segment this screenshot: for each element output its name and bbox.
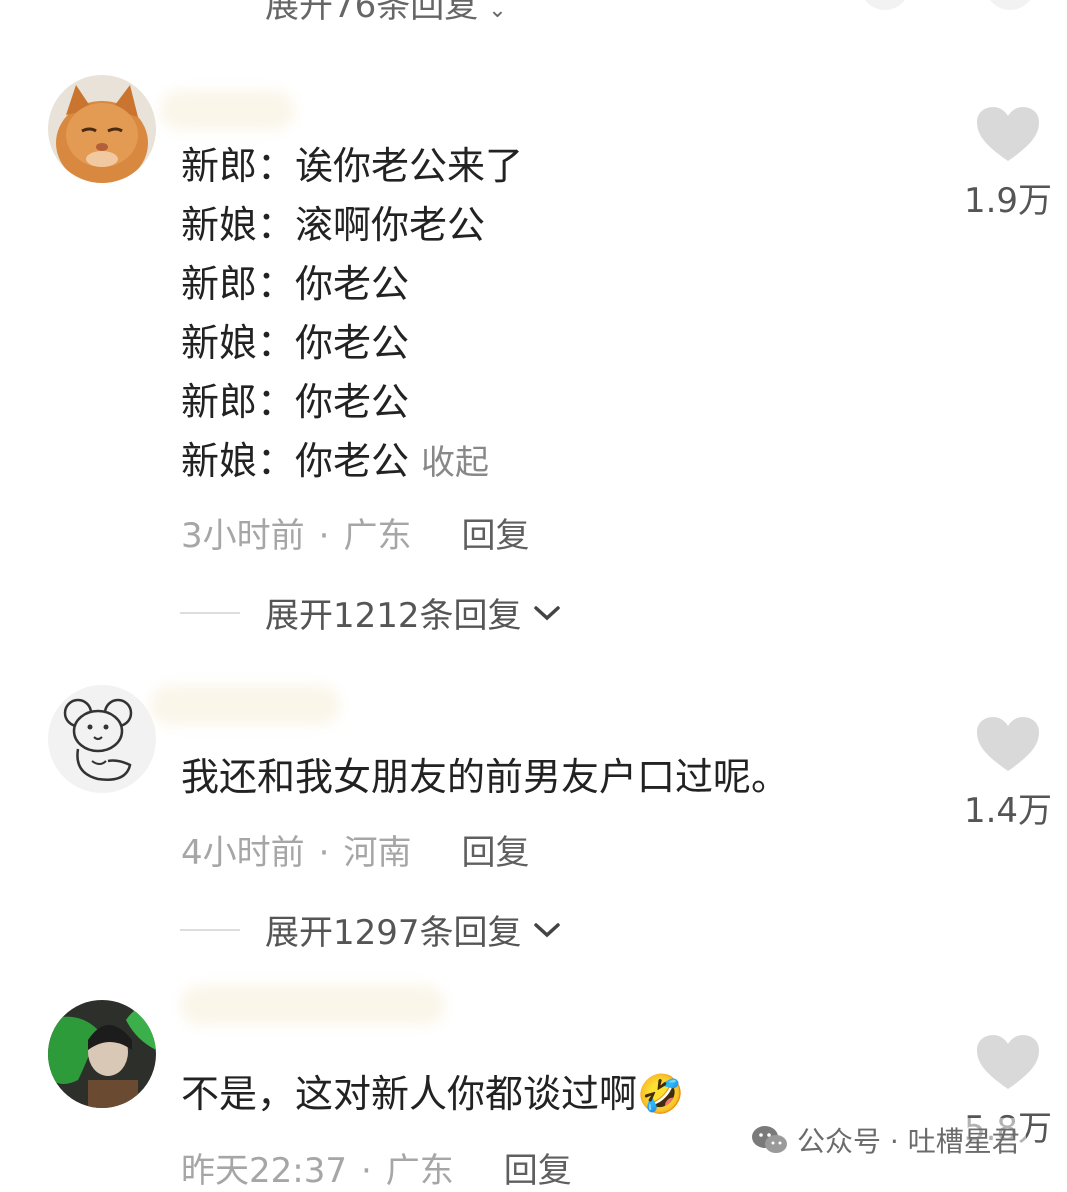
expand-replies-label: 展开1297条回复 — [265, 913, 522, 953]
comment-line: 新娘：滚啊你老公 — [181, 203, 486, 247]
expand-replies[interactable]: 展开1297条回复 — [180, 905, 562, 954]
watermark: 公众号 · 吐槽星君 — [745, 1118, 1026, 1162]
chevron-down-icon — [533, 922, 560, 937]
comment-body: 新郎：诶你老公来了 新娘：滚啊你老公 新郎：你老公 新娘：你老公 新郎：你老公 … — [181, 137, 523, 493]
comment-line: 新娘：你老公 — [181, 321, 410, 365]
divider — [180, 928, 240, 931]
username-blurred[interactable] — [180, 985, 445, 1025]
collapse-link[interactable]: 收起 — [421, 443, 489, 483]
comment-body: 我还和我女朋友的前男友户口过呢。 — [181, 748, 789, 807]
divider — [180, 611, 240, 614]
comment-line: 新娘：你老公 — [181, 439, 410, 483]
comment-line: 我还和我女朋友的前男友户口过呢。 — [181, 755, 790, 799]
cat-avatar-icon — [48, 75, 156, 183]
laughing-emoji-icon: 🤣 — [637, 1072, 685, 1116]
wechat-icon — [752, 1126, 787, 1153]
comment-body: 不是，这对新人你都谈过啊🤣 — [181, 1065, 684, 1124]
reply-button[interactable]: 回复 — [504, 1151, 572, 1191]
location: 广东 — [385, 1151, 454, 1191]
mouse-drawing-avatar-icon — [48, 685, 156, 793]
previous-expand-replies[interactable]: 展开76条回复 ⌄ — [265, 0, 507, 27]
heart-icon — [977, 107, 1039, 161]
like-button[interactable]: 1.9万 — [963, 105, 1053, 222]
comment-line: 不是，这对新人你都谈过啊 — [181, 1072, 638, 1116]
avatar[interactable] — [48, 75, 156, 183]
reply-button[interactable]: 回复 — [461, 516, 529, 556]
avatar[interactable] — [48, 1000, 156, 1108]
username-blurred[interactable] — [150, 685, 340, 725]
photo-avatar-icon — [48, 1000, 156, 1108]
top-icon-fragment — [860, 0, 910, 10]
like-count: 1.4万 — [963, 791, 1053, 831]
timestamp: 昨天22:37 — [181, 1151, 347, 1191]
timestamp: 4小时前 — [181, 833, 305, 873]
reply-button[interactable]: 回复 — [461, 833, 529, 873]
avatar[interactable] — [48, 685, 156, 793]
comment-meta: 3小时前 · 广东 回复 — [181, 516, 530, 556]
timestamp: 3小时前 — [181, 516, 305, 556]
chevron-down-icon — [533, 605, 560, 620]
comment-meta: 昨天22:37 · 广东 回复 — [181, 1151, 572, 1191]
expand-replies-label: 展开1212条回复 — [265, 596, 522, 636]
comment-line: 新郎：你老公 — [181, 380, 410, 424]
top-icon-fragment — [985, 0, 1035, 10]
expand-replies[interactable]: 展开1212条回复 — [180, 588, 562, 637]
location: 广东 — [343, 516, 412, 556]
like-count: 1.9万 — [963, 181, 1053, 221]
username-blurred[interactable] — [160, 90, 295, 130]
previous-expand-label: 展开76条回复 — [265, 0, 479, 26]
chevron-down-icon: ⌄ — [488, 0, 507, 23]
location: 河南 — [343, 833, 412, 873]
comment-meta: 4小时前 · 河南 回复 — [181, 833, 530, 873]
comment-line: 新郎：你老公 — [181, 262, 410, 306]
heart-icon — [977, 717, 1039, 771]
watermark-text: 公众号 · 吐槽星君 — [797, 1125, 1020, 1158]
heart-icon — [977, 1035, 1039, 1089]
like-button[interactable]: 1.4万 — [963, 715, 1053, 832]
comment-line: 新郎：诶你老公来了 — [181, 144, 524, 188]
